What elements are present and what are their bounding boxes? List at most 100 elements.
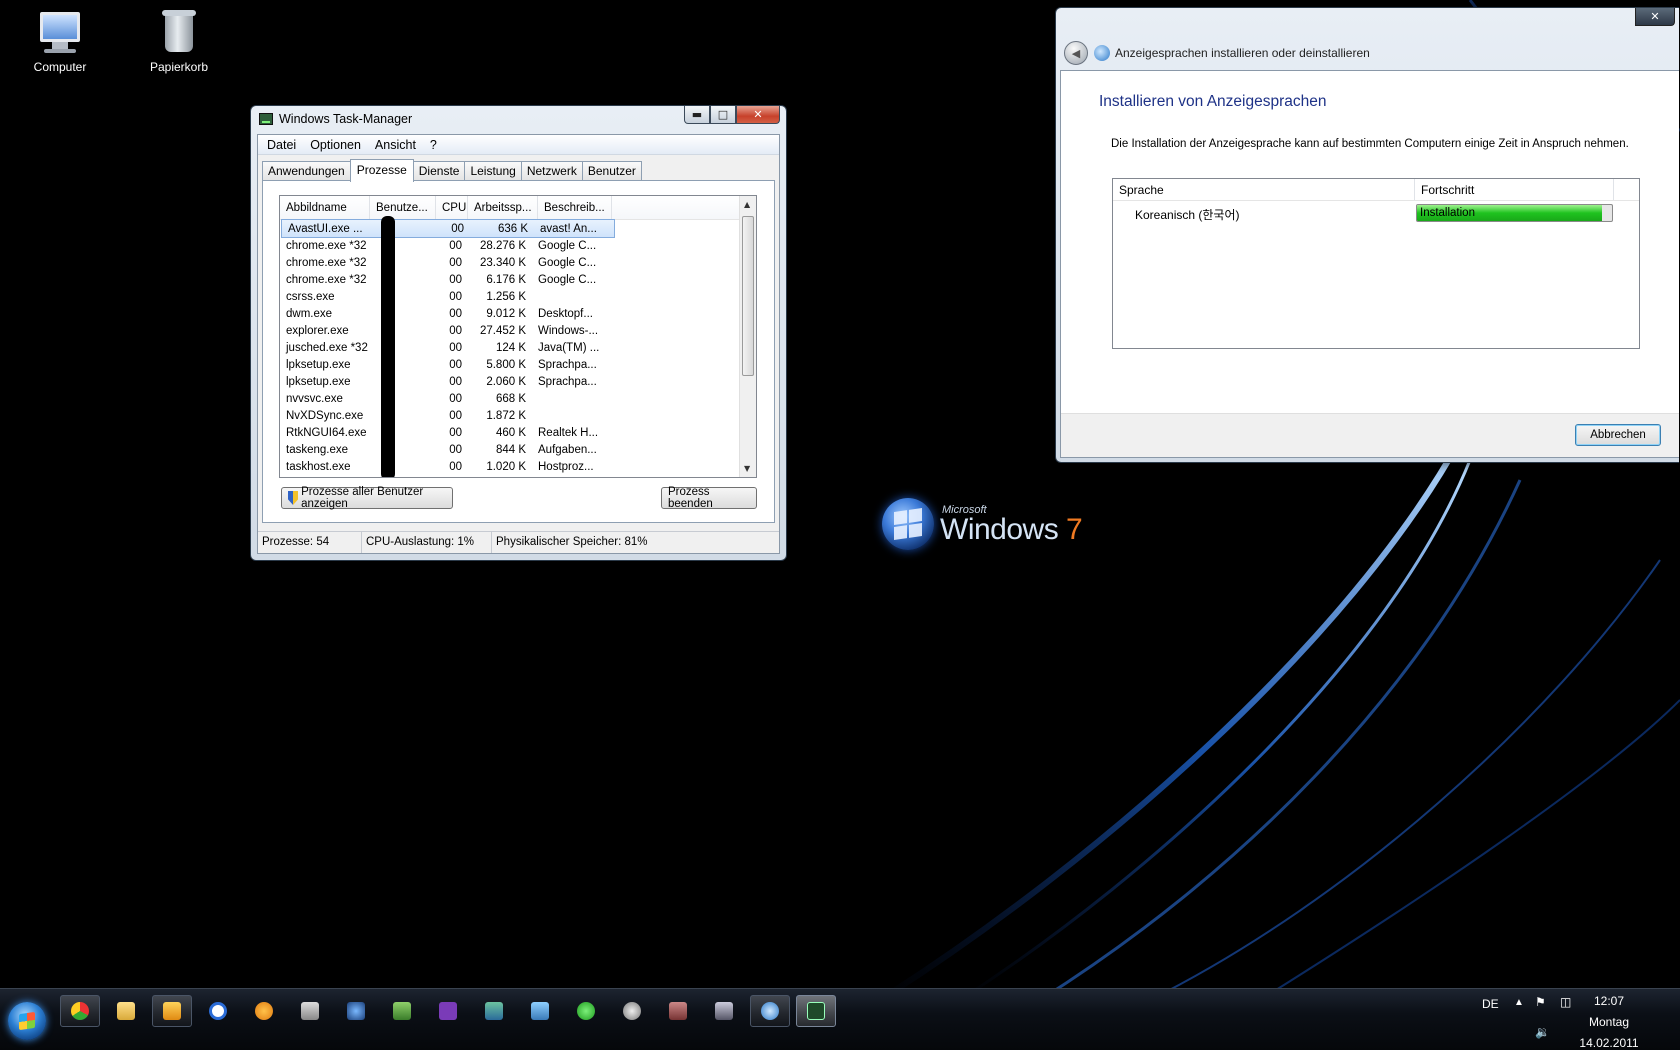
taskbar-language-setup[interactable] <box>750 995 790 1027</box>
taskbar-app-8[interactable] <box>428 995 468 1027</box>
process-list[interactable]: Abbildname Benutze... CPU Arbeitssp... B… <box>279 195 757 478</box>
recycle-bin-icon <box>155 8 203 56</box>
cell-description: Google C... <box>538 273 597 286</box>
taskbar-app-9[interactable] <box>474 995 514 1027</box>
tab-dienste[interactable]: Dienste <box>412 161 466 181</box>
cell-memory: 28.276 K <box>479 239 526 252</box>
language-globe-icon <box>1094 45 1110 61</box>
process-list-scrollbar[interactable]: ▲ ▼ <box>739 196 756 477</box>
tab-anwendungen[interactable]: Anwendungen <box>262 161 351 181</box>
table-row[interactable]: lpksetup.exe 00 2.060 K Sprachpa... <box>280 373 740 390</box>
tab-netzwerk[interactable]: Netzwerk <box>520 161 583 181</box>
cancel-button[interactable]: Abbrechen <box>1575 424 1661 446</box>
table-row[interactable]: nvvsvc.exe 00 668 K <box>280 390 740 407</box>
col-header-progress[interactable]: Fortschritt <box>1415 179 1614 200</box>
start-button[interactable] <box>8 1002 46 1040</box>
taskbar-app-10[interactable] <box>520 995 560 1027</box>
volume-icon[interactable]: 🔉 <box>1535 1025 1550 1039</box>
cell-cpu: 00 <box>449 256 462 269</box>
taskbar-chrome[interactable] <box>60 995 100 1027</box>
table-row[interactable]: dwm.exe 00 9.012 K Desktopf... <box>280 305 740 322</box>
show-all-processes-label: Prozesse aller Benutzer anzeigen <box>301 486 424 510</box>
menu-datei[interactable]: Datei <box>260 138 303 152</box>
taskbar-ccleaner[interactable] <box>198 995 238 1027</box>
taskbar-app-13[interactable] <box>658 995 698 1027</box>
scroll-down-icon[interactable]: ▼ <box>744 464 750 473</box>
input-language[interactable]: DE <box>1482 997 1499 1011</box>
action-center-flag-icon[interactable]: ⚑ <box>1535 995 1546 1009</box>
taskbar-app-4[interactable] <box>244 995 284 1027</box>
taskbar-task-manager[interactable] <box>796 995 836 1027</box>
menu-help[interactable]: ? <box>423 138 444 152</box>
col-header-image-name[interactable]: Abbildname <box>280 196 370 219</box>
table-row[interactable]: NvXDSync.exe 00 1.872 K <box>280 407 740 424</box>
col-header-cpu[interactable]: CPU <box>436 196 468 219</box>
clock[interactable]: 12:07 Montag 14.02.2011 <box>1564 991 1654 1050</box>
steam-icon <box>623 1002 641 1020</box>
cell-memory: 1.256 K <box>486 290 526 303</box>
table-row[interactable]: jusched.exe *32 00 124 K Java(TM) ... <box>280 339 740 356</box>
show-hidden-icons[interactable]: ▲ <box>1514 997 1524 1008</box>
table-row[interactable]: chrome.exe *32 00 23.340 K Google C... <box>280 254 740 271</box>
nav-title: Anzeigesprachen installieren oder deinst… <box>1115 46 1370 60</box>
taskbar-app-6[interactable] <box>336 995 376 1027</box>
col-header-user[interactable]: Benutze... <box>370 196 436 219</box>
desktop-icon-label: Papierkorb <box>149 60 209 74</box>
taskbar-app-11[interactable] <box>566 995 606 1027</box>
col-header-language[interactable]: Sprache <box>1113 179 1415 200</box>
table-row[interactable]: taskeng.exe 00 844 K Aufgaben... <box>280 441 740 458</box>
taskbar-app-5[interactable] <box>290 995 330 1027</box>
taskbar-explorer[interactable] <box>106 995 146 1027</box>
cell-image-name: jusched.exe *32 <box>286 341 368 354</box>
table-row[interactable]: chrome.exe *32 00 28.276 K Google C... <box>280 237 740 254</box>
cell-cpu: 00 <box>449 290 462 303</box>
network-icon <box>347 1002 365 1020</box>
task-manager-window: Windows Task-Manager ▬ □ ✕ Datei Optione… <box>250 105 787 561</box>
cell-memory: 5.800 K <box>486 358 526 371</box>
table-row[interactable]: RtkNGUI64.exe 00 460 K Realtek H... <box>280 424 740 441</box>
col-header-memory[interactable]: Arbeitssp... <box>468 196 538 219</box>
cell-description: avast! An... <box>540 222 597 235</box>
table-row[interactable]: csrss.exe 00 1.256 K <box>280 288 740 305</box>
table-row[interactable]: taskhost.exe 00 1.020 K Hostproz... <box>280 458 740 475</box>
task-manager-icon <box>807 1002 825 1020</box>
cell-memory: 124 K <box>495 341 526 354</box>
close-button[interactable]: ✕ <box>736 106 780 124</box>
language-row[interactable]: Koreanisch (한국어) Installation <box>1113 203 1639 223</box>
cell-memory: 2.060 K <box>486 375 526 388</box>
table-row[interactable]: lpksetup.exe 00 5.800 K Sprachpa... <box>280 356 740 373</box>
cell-image-name: AvastUI.exe ... <box>288 222 363 235</box>
show-all-processes-button[interactable]: Prozesse aller Benutzer anzeigen <box>281 486 453 510</box>
table-row[interactable]: AvastUI.exe ... 00 636 K avast! An... <box>281 219 615 238</box>
cell-memory: 23.340 K <box>479 256 526 269</box>
desktop-icon-computer[interactable]: Computer <box>15 8 105 74</box>
desktop-icon-recycle-bin[interactable]: Papierkorb <box>134 8 224 74</box>
maximize-button[interactable]: □ <box>710 106 736 124</box>
taskbar-app-7[interactable] <box>382 995 422 1027</box>
tab-leistung[interactable]: Leistung <box>464 161 522 181</box>
table-row[interactable]: explorer.exe 00 27.452 K Windows-... <box>280 322 740 339</box>
back-arrow-icon[interactable]: ◀ <box>1064 41 1088 65</box>
processes-panel: Abbildname Benutze... CPU Arbeitssp... B… <box>262 180 775 523</box>
cell-cpu: 00 <box>449 409 462 422</box>
taskbar-app-14[interactable] <box>704 995 744 1027</box>
cell-cpu: 00 <box>449 443 462 456</box>
cell-memory: 668 K <box>495 392 526 405</box>
col-header-description[interactable]: Beschreib... <box>538 196 612 219</box>
menu-ansicht[interactable]: Ansicht <box>368 138 423 152</box>
menu-optionen[interactable]: Optionen <box>303 138 368 152</box>
taskbar-media-player[interactable] <box>152 995 192 1027</box>
install-progress-bar: Installation <box>1416 204 1613 222</box>
end-process-button[interactable]: Prozess beenden <box>661 486 757 510</box>
close-button[interactable]: ✕ <box>1635 8 1675 26</box>
scroll-up-icon[interactable]: ▲ <box>744 200 750 209</box>
language-list[interactable]: Sprache Fortschritt Koreanisch (한국어) Ins… <box>1112 178 1640 349</box>
footer: Abbrechen <box>1061 413 1679 457</box>
tab-benutzer[interactable]: Benutzer <box>581 161 642 181</box>
minimize-button[interactable]: ▬ <box>684 106 710 124</box>
scroll-thumb[interactable] <box>742 216 754 376</box>
cell-cpu: 00 <box>449 358 462 371</box>
taskbar-steam[interactable] <box>612 995 652 1027</box>
table-row[interactable]: chrome.exe *32 00 6.176 K Google C... <box>280 271 740 288</box>
tab-prozesse[interactable]: Prozesse <box>349 159 414 182</box>
